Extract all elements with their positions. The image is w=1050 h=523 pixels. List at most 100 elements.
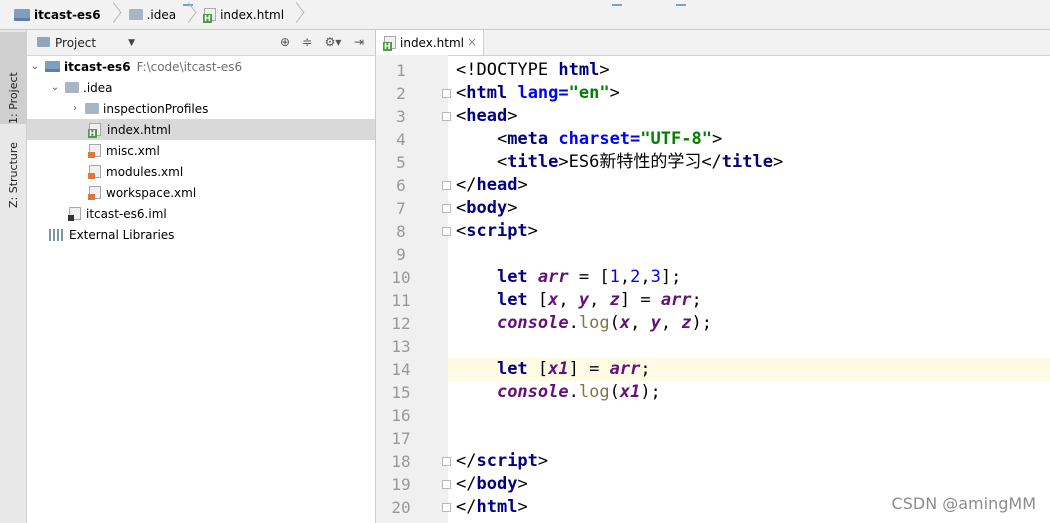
tab-structure[interactable]: Z: Structure bbox=[0, 126, 26, 208]
code-line[interactable]: console.log(x, y, z); bbox=[448, 312, 1050, 335]
breadcrumb-idea[interactable]: .idea bbox=[123, 0, 199, 30]
tab-label: index.html bbox=[400, 35, 464, 50]
code-token: > bbox=[507, 106, 518, 126]
code-line[interactable]: let [x, y, z] = arr; bbox=[448, 289, 1050, 312]
code-token: > bbox=[599, 60, 610, 80]
line-number: 18 bbox=[391, 452, 411, 471]
code-token: > bbox=[537, 451, 549, 471]
code-editor[interactable]: <!DOCTYPE html> <html lang="en"> <head> <m… bbox=[448, 55, 1050, 523]
code-token: > bbox=[507, 198, 518, 218]
code-token: ; bbox=[691, 290, 702, 310]
line-number: 1 bbox=[396, 61, 406, 80]
chevron-down-icon[interactable]: ▼ bbox=[128, 38, 135, 48]
code-line[interactable]: <!DOCTYPE html> bbox=[448, 59, 1050, 82]
line-number: 7 bbox=[396, 199, 406, 218]
folder-icon bbox=[85, 103, 99, 114]
code-token: > bbox=[609, 83, 620, 103]
tree-item-modules-xml[interactable]: modules.xml bbox=[27, 161, 375, 182]
code-token: head bbox=[466, 106, 508, 126]
code-line[interactable]: </head> bbox=[448, 174, 1050, 197]
tree-item-index-html[interactable]: index.html bbox=[27, 119, 375, 140]
code-token: </ bbox=[456, 175, 477, 195]
code-line[interactable] bbox=[448, 427, 1050, 450]
code-token: html bbox=[558, 60, 600, 80]
code-line[interactable] bbox=[448, 243, 1050, 266]
xml-file-icon bbox=[88, 186, 101, 200]
locate-icon[interactable]: ⊕ bbox=[277, 34, 293, 50]
code-token: = [ bbox=[568, 267, 610, 287]
breadcrumb-file[interactable]: index.html bbox=[198, 0, 306, 30]
close-icon[interactable]: × bbox=[467, 35, 477, 49]
hide-panel-icon[interactable]: ⇥ bbox=[351, 34, 367, 50]
toolbar-tick bbox=[612, 0, 622, 6]
xml-file-icon bbox=[88, 165, 101, 179]
code-line[interactable]: <title>ES6新特性的学习</title> bbox=[448, 151, 1050, 174]
module-file-icon bbox=[68, 207, 81, 221]
gear-icon[interactable]: ⚙▾ bbox=[321, 34, 345, 50]
code-line[interactable]: console.log(x1); bbox=[448, 381, 1050, 404]
code-token: ); bbox=[640, 382, 661, 402]
line-number-gutter: 1 2 3 4 5 6 7 8 9 10 11 12 13 14 15 16 17 18 19 20 bbox=[376, 55, 451, 523]
code-token: "UTF-8" bbox=[640, 129, 712, 149]
tab-index-html[interactable]: index.html × bbox=[376, 30, 484, 55]
library-icon bbox=[49, 228, 65, 241]
code-line[interactable]: <body> bbox=[448, 197, 1050, 220]
code-token: x bbox=[548, 290, 559, 310]
line-number: 9 bbox=[396, 245, 406, 264]
code-token: arr bbox=[537, 267, 569, 287]
code-line[interactable]: </body> bbox=[448, 473, 1050, 496]
code-line[interactable]: <html lang="en"> bbox=[448, 82, 1050, 105]
code-token: let bbox=[496, 290, 528, 310]
code-token: >ES6新特性的学习</ bbox=[558, 152, 722, 172]
code-token: x1 bbox=[548, 359, 569, 379]
code-token: html bbox=[466, 83, 508, 103]
chevron-down-icon[interactable]: ⌄ bbox=[49, 82, 61, 93]
code-token: charset= bbox=[558, 129, 641, 149]
code-token: < bbox=[456, 83, 467, 103]
code-token: title bbox=[507, 152, 559, 172]
collapse-all-icon[interactable]: ≑ bbox=[299, 34, 315, 50]
editor-tab-bar: index.html × bbox=[376, 30, 1050, 56]
code-token: ( bbox=[609, 382, 620, 402]
project-tree: ⌄ itcast-es6 F:\code\itcast-es6 ⌄ .idea … bbox=[27, 56, 375, 245]
code-token: </ bbox=[456, 474, 477, 494]
chevron-down-icon[interactable]: ⌄ bbox=[29, 61, 41, 72]
code-token: > bbox=[517, 497, 528, 517]
code-token: title bbox=[721, 152, 773, 172]
code-token: arr bbox=[660, 290, 692, 310]
code-token: body bbox=[476, 474, 518, 494]
tree-item-iml[interactable]: itcast-es6.iml bbox=[27, 203, 375, 224]
breadcrumb-label: .idea bbox=[146, 7, 177, 22]
tab-project[interactable]: 1: Project bbox=[0, 32, 26, 124]
line-number: 15 bbox=[391, 383, 411, 402]
code-line[interactable]: </script> bbox=[448, 450, 1050, 473]
code-line[interactable]: <script> bbox=[448, 220, 1050, 243]
tree-item-misc-xml[interactable]: misc.xml bbox=[27, 140, 375, 161]
tree-item-idea[interactable]: ⌄ .idea bbox=[27, 77, 375, 98]
tree-item-inspection-profiles[interactable]: › inspectionProfiles bbox=[27, 98, 375, 119]
project-panel-title[interactable]: Project bbox=[55, 36, 96, 50]
code-line[interactable]: <head> bbox=[448, 105, 1050, 128]
code-line[interactable] bbox=[448, 404, 1050, 427]
code-token: , bbox=[630, 313, 651, 333]
breadcrumb-separator bbox=[290, 0, 300, 30]
code-line[interactable] bbox=[448, 335, 1050, 358]
line-number: 10 bbox=[391, 268, 411, 287]
breadcrumb-label: index.html bbox=[220, 7, 285, 22]
tree-item-external-libraries[interactable]: External Libraries bbox=[27, 224, 375, 245]
watermark: CSDN @amingMM bbox=[891, 494, 1036, 513]
code-token: head bbox=[476, 175, 518, 195]
tree-item-project-root[interactable]: ⌄ itcast-es6 F:\code\itcast-es6 bbox=[27, 56, 375, 77]
code-line[interactable]: let [x1] = arr; bbox=[448, 358, 1050, 381]
chevron-right-icon[interactable]: › bbox=[69, 103, 81, 114]
code-line[interactable]: let arr = [1,2,3]; bbox=[448, 266, 1050, 289]
code-line[interactable]: <meta charset="UTF-8"> bbox=[448, 128, 1050, 151]
code-token: log bbox=[578, 313, 610, 333]
line-number: 8 bbox=[396, 222, 406, 241]
tree-item-workspace-xml[interactable]: workspace.xml bbox=[27, 182, 375, 203]
line-number: 17 bbox=[391, 429, 411, 448]
tree-item-label: itcast-es6.iml bbox=[86, 206, 167, 221]
breadcrumb-project[interactable]: itcast-es6 bbox=[0, 0, 123, 30]
